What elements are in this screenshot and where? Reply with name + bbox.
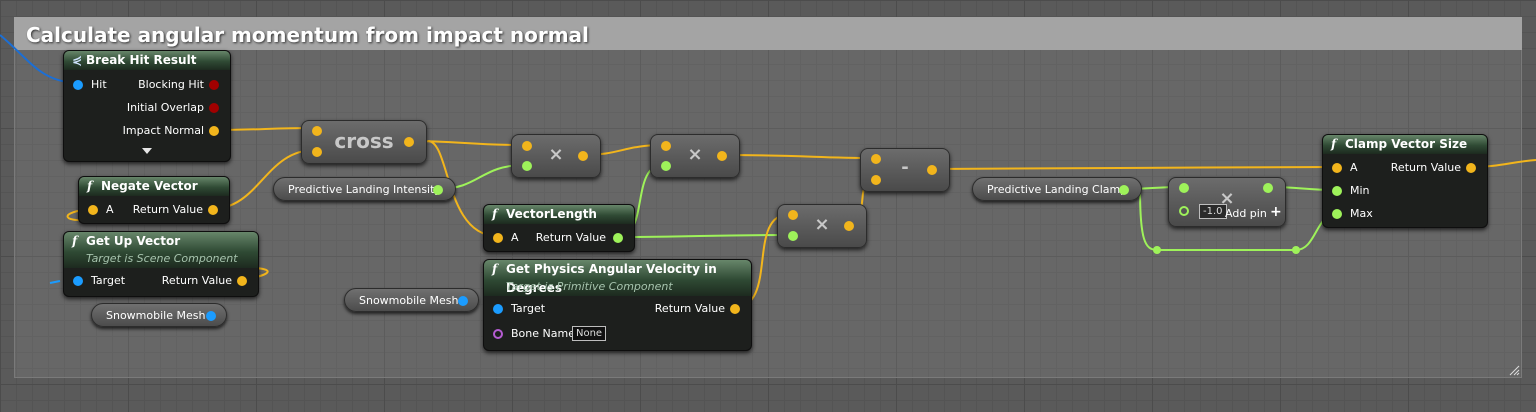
variable-label: Predictive Landing Clamp (987, 183, 1128, 196)
node-subtitle: Target is Scene Component (86, 252, 238, 265)
variable-label: Snowmobile Mesh (359, 294, 459, 307)
clamp-variable-pin[interactable] (1119, 185, 1129, 195)
node-header: f Get Up Vector Target is Scene Componen… (64, 232, 258, 268)
intensity-pin[interactable] (433, 185, 443, 195)
add-pin-plus-icon[interactable]: + (1270, 204, 1282, 220)
vector-length-return-pin[interactable] (613, 233, 623, 243)
negate-a-label: A (106, 203, 114, 216)
impact-normal-pin[interactable] (209, 126, 219, 136)
multiply-4-output-pin[interactable] (1263, 183, 1273, 193)
predictive-landing-intensity-variable[interactable]: Predictive Landing Intensity (273, 177, 456, 201)
clamp-return-label: Return Value (1390, 161, 1461, 174)
get-up-vector-node[interactable]: f Get Up Vector Target is Scene Componen… (63, 231, 259, 297)
negate-return-label: Return Value (132, 203, 203, 216)
get-up-target-label: Target (91, 274, 126, 287)
blocking-hit-pin[interactable] (209, 80, 219, 90)
node-header: ⋞ Break Hit Result (64, 51, 230, 70)
node-header: f Clamp Vector Size (1323, 135, 1487, 154)
snowmobile-mesh-2-pin[interactable] (458, 296, 468, 306)
function-icon: f (492, 262, 498, 276)
angvel-return-label: Return Value (654, 302, 725, 315)
cross-node[interactable]: cross (301, 120, 427, 164)
snowmobile-mesh-variable[interactable]: Snowmobile Mesh (91, 303, 227, 327)
subtract-output-pin[interactable] (927, 165, 937, 175)
multiply-3-output-pin[interactable] (844, 221, 854, 231)
bone-name-label: Bone Name (511, 327, 575, 340)
clamp-max-label: Max (1350, 207, 1373, 220)
negate-vector-node[interactable]: f Negate Vector A Return Value (78, 176, 230, 224)
negate-return-pin[interactable] (208, 205, 218, 215)
multiply-node-1[interactable]: × (511, 134, 601, 178)
multiply-1-output-pin[interactable] (578, 151, 588, 161)
node-title: Get Up Vector (86, 234, 181, 248)
initial-overlap-label: Initial Overlap (126, 101, 204, 114)
get-physics-angular-velocity-node[interactable]: f Get Physics Angular Velocity in Degree… (483, 259, 752, 351)
node-subtitle: Target is Primitive Component (506, 280, 673, 293)
clamp-max-pin[interactable] (1332, 209, 1342, 219)
get-up-return-label: Return Value (161, 274, 232, 287)
node-header: f Get Physics Angular Velocity in Degree… (484, 260, 751, 296)
cross-output-pin[interactable] (404, 137, 414, 147)
node-title: VectorLength (506, 207, 597, 221)
multiply-4-b-pin[interactable] (1179, 206, 1189, 216)
hit-label: Hit (91, 78, 107, 91)
clamp-a-pin[interactable] (1332, 163, 1342, 173)
function-icon: f (492, 207, 498, 221)
predictive-landing-clamp-variable[interactable]: Predictive Landing Clamp (972, 177, 1142, 201)
blocking-hit-label: Blocking Hit (138, 78, 204, 91)
comment-box[interactable] (14, 17, 1522, 378)
node-header: f Negate Vector (79, 177, 229, 196)
multiply-2-output-pin[interactable] (717, 151, 727, 161)
multiply-4-value-input[interactable]: -1.0 (1199, 204, 1227, 219)
vector-length-node[interactable]: f VectorLength A Return Value (483, 204, 635, 252)
multiply-node-4[interactable]: × -1.0 Add pin + (1168, 177, 1286, 227)
break-hit-result-node[interactable]: ⋞ Break Hit Result Hit Blocking Hit Init… (63, 50, 231, 162)
get-up-return-pin[interactable] (237, 276, 247, 286)
add-pin-label[interactable]: Add pin (1225, 207, 1267, 220)
snowmobile-mesh-pin[interactable] (206, 311, 216, 321)
impact-normal-label: Impact Normal (122, 124, 204, 137)
initial-overlap-pin[interactable] (209, 103, 219, 113)
subtract-node[interactable]: - (860, 148, 950, 192)
node-title: Break Hit Result (86, 53, 197, 67)
resize-handle-icon[interactable] (1508, 364, 1520, 376)
node-title: Clamp Vector Size (1345, 137, 1468, 151)
function-icon: f (1331, 137, 1337, 151)
node-title: Negate Vector (101, 179, 198, 193)
snowmobile-mesh-variable-2[interactable]: Snowmobile Mesh (344, 288, 479, 312)
comment-title[interactable]: Calculate angular momentum from impact n… (14, 17, 1522, 50)
hit-pin[interactable] (73, 80, 83, 90)
clamp-min-pin[interactable] (1332, 186, 1342, 196)
clamp-a-label: A (1350, 161, 1358, 174)
break-struct-icon: ⋞ (72, 53, 83, 67)
node-header: f VectorLength (484, 205, 634, 224)
bone-name-pin[interactable] (493, 329, 503, 339)
angvel-target-pin[interactable] (493, 304, 503, 314)
clamp-return-pin[interactable] (1466, 163, 1476, 173)
angvel-return-pin[interactable] (730, 304, 740, 314)
vector-length-a-label: A (511, 231, 519, 244)
function-icon: f (72, 234, 78, 248)
function-icon: f (87, 179, 93, 193)
expand-chevron-icon[interactable] (142, 148, 152, 154)
vector-length-a-pin[interactable] (493, 233, 503, 243)
clamp-min-label: Min (1350, 184, 1370, 197)
multiply-node-3[interactable]: × (777, 204, 867, 248)
negate-a-pin[interactable] (88, 205, 98, 215)
bone-name-input[interactable]: None (572, 326, 607, 341)
angvel-target-label: Target (511, 302, 546, 315)
variable-label: Predictive Landing Intensity (288, 183, 441, 196)
get-up-target-pin[interactable] (73, 276, 83, 286)
clamp-vector-size-node[interactable]: f Clamp Vector Size A Return Value Min M… (1322, 134, 1488, 228)
multiply-node-2[interactable]: × (650, 134, 740, 178)
variable-label: Snowmobile Mesh (106, 309, 206, 322)
vector-length-return-label: Return Value (535, 231, 606, 244)
